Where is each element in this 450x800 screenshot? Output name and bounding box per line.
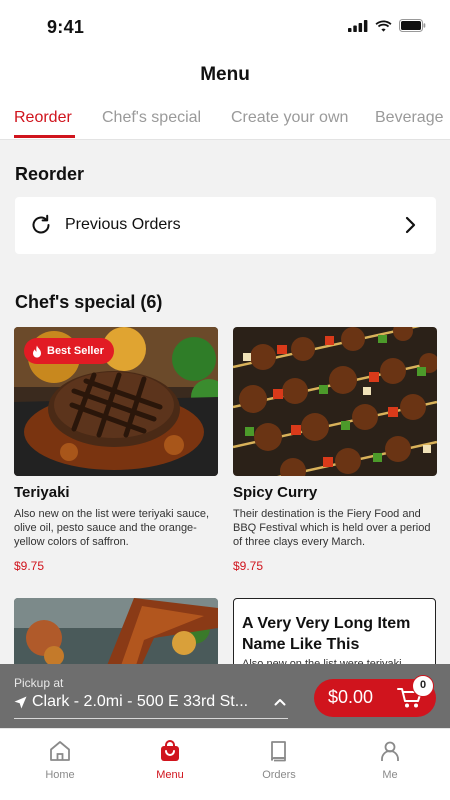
pickup-label: Pickup at [14, 676, 64, 690]
nav-me-label: Me [382, 769, 398, 781]
header: Menu [0, 54, 450, 98]
pickup-location-selector[interactable]: Clark - 2.0mi - 500 E 33rd St... [14, 692, 288, 719]
cart-count-badge: 0 [412, 675, 434, 697]
tab-chefs-special[interactable]: Chef's special [102, 109, 201, 127]
nav-me[interactable]: Me [350, 729, 430, 800]
chevron-right-icon [405, 216, 416, 234]
long-name-item-name: A Very Very Long Item Name Like This [242, 615, 411, 653]
cart-total: $0.00 [328, 687, 374, 707]
shopping-bag-icon [161, 740, 179, 761]
home-icon [50, 741, 70, 761]
location-arrow-icon [14, 696, 27, 709]
spicy-curry-image[interactable] [233, 327, 437, 476]
cellular-signal-icon [348, 19, 368, 32]
person-icon [381, 741, 399, 761]
tab-create-your-own[interactable]: Create your own [231, 109, 348, 127]
page-title: Menu [200, 64, 250, 85]
spicy-curry-name: Spicy Curry [233, 484, 318, 501]
tab-beverage[interactable]: Beverage [375, 109, 444, 127]
refresh-icon [32, 214, 50, 234]
nav-orders[interactable]: Orders [239, 729, 319, 800]
flame-icon [33, 345, 41, 357]
previous-orders-label: Previous Orders [65, 216, 181, 233]
wifi-icon [375, 20, 392, 32]
pickup-location-text: Clark - 2.0mi - 500 E 33rd St... [32, 693, 249, 710]
chefs-special-section-title: Chef's special (6) [15, 292, 163, 312]
spicy-curry-description: Their destination is the Fiery Food and … [233, 508, 431, 548]
active-tab-indicator [14, 135, 75, 138]
bottom-nav: Home Menu Orders Me [0, 728, 450, 800]
nav-home-label: Home [45, 769, 75, 781]
status-icons [348, 19, 426, 32]
teriyaki-name: Teriyaki [14, 484, 70, 501]
battery-icon [399, 19, 426, 32]
reorder-section-title: Reorder [15, 164, 85, 184]
book-icon [271, 741, 286, 762]
category-tabs: Reorder Chef's special Create your own B… [0, 98, 450, 140]
teriyaki-price: $9.75 [14, 559, 45, 573]
tab-reorder[interactable]: Reorder [14, 109, 72, 127]
nav-menu-label: Menu [156, 769, 184, 781]
kebab-skewers-photo [233, 327, 437, 476]
spicy-curry-price: $9.75 [233, 559, 264, 573]
teriyaki-description: Also new on the list were teriyaki sauce… [14, 508, 210, 548]
nav-home[interactable]: Home [20, 729, 100, 800]
best-seller-label: Best Seller [47, 345, 104, 357]
chevron-up-icon [274, 699, 286, 706]
status-time: 9:41 [47, 17, 85, 37]
nav-menu[interactable]: Menu [130, 729, 210, 800]
teriyaki-image[interactable]: Best Seller [14, 327, 218, 476]
status-bar: 9:41 [0, 0, 450, 54]
previous-orders-row[interactable]: Previous Orders [15, 197, 436, 254]
best-seller-badge: Best Seller [24, 338, 114, 364]
nav-orders-label: Orders [262, 769, 296, 781]
